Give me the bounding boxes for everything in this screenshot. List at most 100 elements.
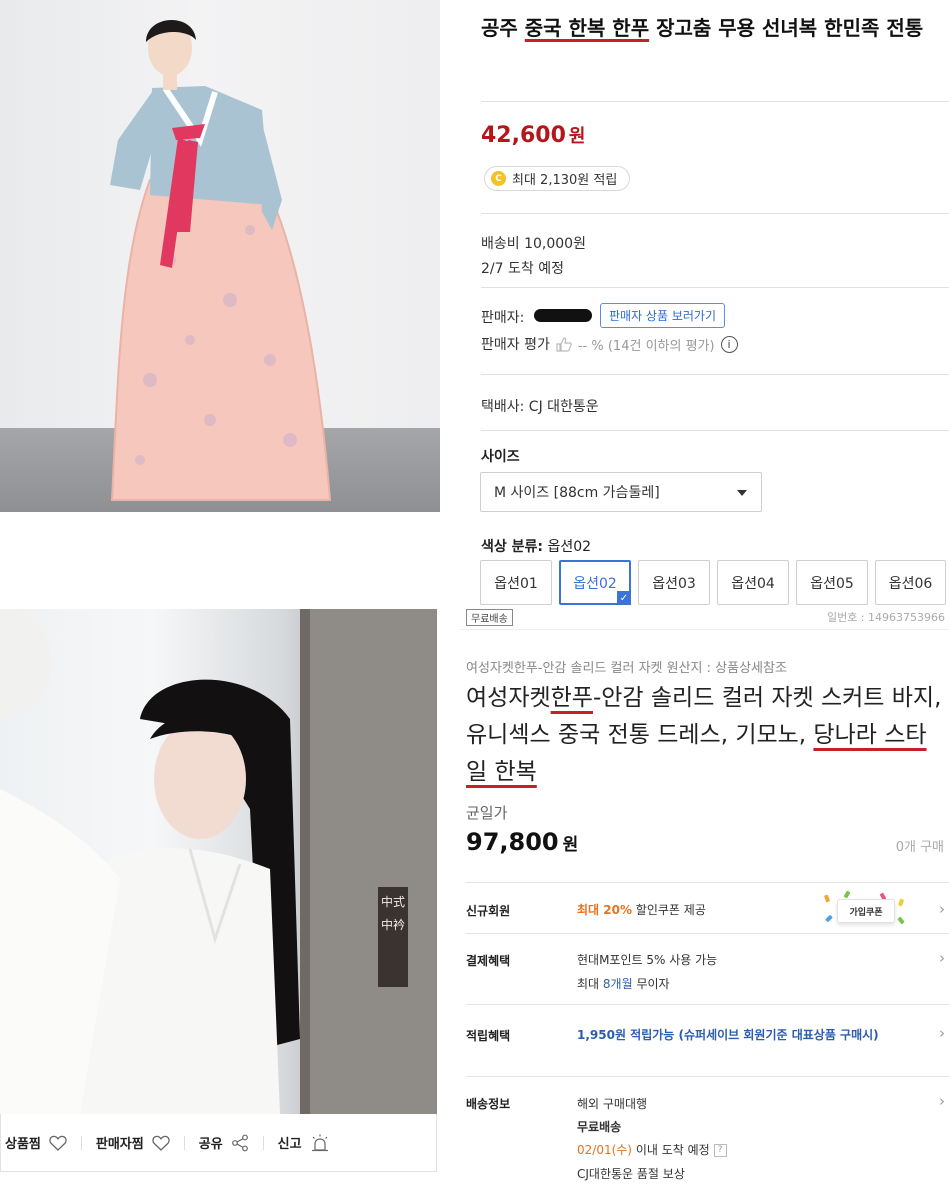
- wishlist-label: 상품찜: [5, 1137, 41, 1152]
- title-part-a: 여성자켓: [466, 685, 551, 711]
- delivery-date-text: 이내 도착 예정: [632, 1143, 710, 1157]
- help-icon[interactable]: ?: [713, 1144, 727, 1157]
- share-button[interactable]: 공유: [185, 1114, 263, 1171]
- product2-price: 97,800 원: [466, 828, 578, 856]
- divider: [466, 882, 949, 883]
- point-reward-badge: C 최대 2,130원 적립: [484, 166, 631, 191]
- installment-months: 8개월: [602, 977, 633, 991]
- price-currency: 원: [568, 126, 586, 147]
- new-member-highlight: 최대 20%: [577, 903, 632, 917]
- option-button-selected[interactable]: 옵션02 ✓: [559, 560, 631, 605]
- delivery-line2: 무료배송: [577, 1120, 622, 1134]
- title-part-b: 한푸: [550, 685, 593, 711]
- info-icon[interactable]: i: [720, 335, 738, 353]
- seller-rating-label: 판매자 평가: [481, 337, 550, 353]
- unit-price-label: 균일가: [466, 804, 508, 822]
- option-label: 옵션02: [573, 575, 617, 592]
- divider: [481, 430, 949, 431]
- siren-icon: [311, 1134, 328, 1151]
- payment-benefit-line2: 최대 8개월 무이자: [577, 975, 670, 992]
- option-button[interactable]: 옵션04: [717, 560, 789, 605]
- divider: [481, 213, 949, 214]
- heart-icon: [152, 1135, 170, 1151]
- reward-benefit-text: 1,950원 적립가능 (슈퍼세이브 회원기준 대표상품 구매시): [577, 1028, 879, 1042]
- seller-label: 판매자:: [481, 310, 525, 326]
- delivery-line1: 해외 구매대행: [577, 1097, 648, 1111]
- new-member-text: 할인쿠폰 제공: [631, 903, 706, 917]
- report-button[interactable]: 신고: [264, 1114, 344, 1171]
- courier-info: 택배사: CJ 대한통운: [481, 399, 599, 415]
- point-text: 최대 2,130원 적립: [512, 173, 618, 188]
- size-selected: M 사이즈 [88cm 가슴둘레]: [494, 485, 660, 501]
- product1-price: 42,600 원: [481, 122, 585, 148]
- color-option-label: 색상 분류: 옵션02: [481, 536, 591, 556]
- price-value: 97,800: [466, 828, 559, 856]
- installment-suffix: 무이자: [632, 977, 670, 991]
- title-plain: 공주: [481, 16, 518, 40]
- new-member-label: 신규회원: [466, 904, 511, 918]
- hanfu-model-illustration: [0, 609, 437, 1114]
- chevron-right-icon[interactable]: ›: [939, 1092, 945, 1110]
- product2-title: 여성자켓한푸-안감 솔리드 컬러 자켓 스커트 바지, 유니섹스 중국 전통 드…: [466, 680, 944, 791]
- product2-photo[interactable]: 中式中衿: [0, 609, 437, 1114]
- price-currency: 원: [562, 835, 579, 855]
- seller-wishlist-label: 판매자찜: [95, 1137, 144, 1152]
- seller-rating: 판매자 평가 -- % (14건 이하의 평가) i: [481, 334, 738, 354]
- signup-coupon-tag[interactable]: 가입쿠폰: [823, 890, 905, 927]
- new-member-benefit: 최대 20% 할인쿠폰 제공: [577, 901, 706, 918]
- thumbs-up-icon: [556, 336, 572, 352]
- share-label: 공유: [198, 1137, 223, 1152]
- color-label-value: 옵션02: [547, 539, 592, 555]
- divider: [460, 629, 949, 630]
- purchase-count: 0개 구매: [895, 840, 944, 855]
- divider: [466, 933, 949, 934]
- divider: [481, 374, 949, 375]
- title-underlined: 중국 한복 한푸: [524, 16, 650, 40]
- delivery-info-label: 배송정보: [466, 1097, 511, 1111]
- seller-rating-value: -- % (14건 이하의 평가): [577, 338, 715, 354]
- option-button[interactable]: 옵션01: [480, 560, 552, 605]
- installment-prefix: 최대: [577, 977, 603, 991]
- divider: [481, 101, 949, 102]
- price-value: 42,600: [481, 123, 566, 148]
- payment-benefit-label: 결제혜택: [466, 954, 511, 968]
- view-seller-products-button[interactable]: 판매자 상품 보러가기: [600, 303, 725, 328]
- product2-category-origin: 여성자켓한푸-안감 솔리드 컬러 자켓 원산지 : 상품상세참조: [466, 661, 787, 676]
- report-label: 신고: [277, 1137, 302, 1152]
- product1-title: 공주 중국 한복 한푸 장고춤 무용 선녀복 한민족 전통: [481, 14, 943, 43]
- shipping-fee: 배송비 10,000원: [481, 236, 586, 252]
- hanbok-model-illustration: [110, 19, 332, 501]
- seller-name-redacted: [534, 309, 592, 322]
- calligraphy-stamp: 中式中衿: [378, 887, 408, 987]
- free-shipping-badge: 무료배송: [466, 609, 513, 626]
- size-dropdown[interactable]: M 사이즈 [88cm 가슴둘레]: [480, 472, 762, 512]
- share-icon: [231, 1134, 248, 1151]
- product-number: 일번호 : 14963753966: [826, 611, 945, 624]
- payment-benefit-line1: 현대M포인트 5% 사용 가능: [577, 953, 718, 967]
- heart-icon: [49, 1135, 67, 1151]
- coupon-tag-label: 가입쿠폰: [837, 899, 895, 923]
- chevron-right-icon[interactable]: ›: [939, 949, 945, 967]
- divider: [481, 287, 949, 288]
- option-button[interactable]: 옵션05: [796, 560, 868, 605]
- reward-benefit-label: 적립혜택: [466, 1029, 511, 1043]
- seller-wishlist-button[interactable]: 판매자찜: [82, 1114, 184, 1171]
- caret-down-icon: [737, 490, 747, 496]
- color-label-bold: 색상 분류:: [481, 539, 543, 555]
- arrival-estimate: 2/7 도착 예정: [481, 261, 564, 277]
- divider: [466, 1004, 949, 1005]
- option-button[interactable]: 옵션06: [875, 560, 946, 605]
- product1-photo[interactable]: [0, 0, 440, 512]
- option-button[interactable]: 옵션03: [638, 560, 710, 605]
- check-icon: ✓: [617, 591, 631, 605]
- wishlist-button[interactable]: 상품찜: [1, 1114, 81, 1171]
- size-label: 사이즈: [481, 449, 520, 465]
- delivery-date: 02/01(수): [577, 1143, 632, 1157]
- chevron-right-icon[interactable]: ›: [939, 900, 945, 918]
- product-action-bar: 상품찜 판매자찜 공유 신고: [0, 1114, 437, 1172]
- divider: [466, 1076, 949, 1077]
- delivery-line4: CJ대한통운 품절 보상: [577, 1167, 685, 1181]
- chevron-right-icon[interactable]: ›: [939, 1024, 945, 1042]
- delivery-line3: 02/01(수) 이내 도착 예정?: [577, 1141, 727, 1158]
- title-rest: 장고춤 무용 선녀복 한민족 전통: [656, 16, 924, 40]
